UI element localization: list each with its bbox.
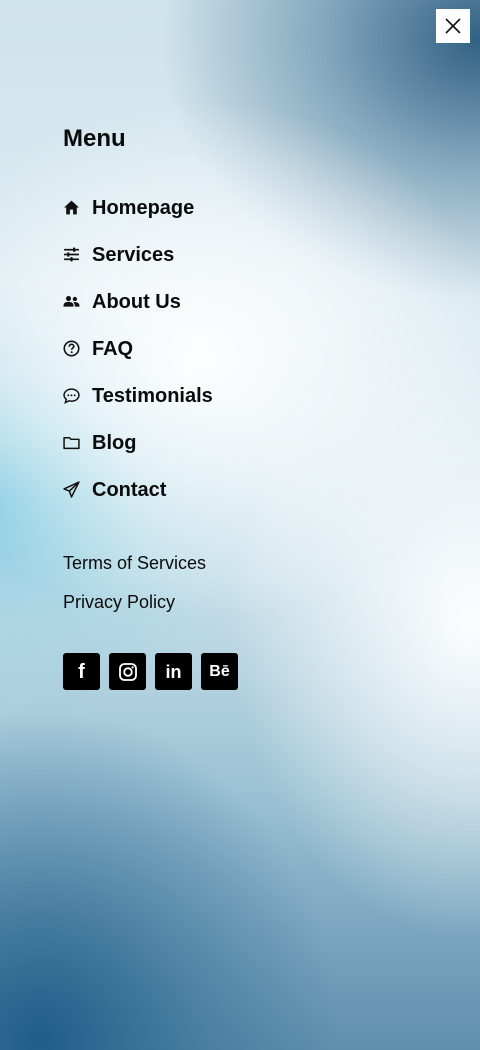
menu-item-testimonials[interactable]: Testimonials <box>63 372 213 419</box>
menu-item-contact[interactable]: Contact <box>63 466 213 513</box>
social-links: f in Bē <box>63 653 238 690</box>
privacy-link[interactable]: Privacy Policy <box>63 587 206 626</box>
chat-bubble-icon <box>63 387 80 404</box>
behance-icon: Bē <box>209 662 230 680</box>
paper-plane-icon <box>63 481 80 498</box>
menu-title: Menu <box>63 125 126 152</box>
menu-item-label: Testimonials <box>92 384 213 407</box>
menu-item-label: Contact <box>92 478 167 501</box>
menu-item-label: About Us <box>92 290 181 313</box>
instagram-icon <box>118 662 137 681</box>
menu-item-homepage[interactable]: Homepage <box>63 184 213 231</box>
secondary-links: Terms of Services Privacy Policy <box>63 548 206 626</box>
linkedin-button[interactable]: in <box>155 653 192 690</box>
terms-link[interactable]: Terms of Services <box>63 548 206 587</box>
linkedin-icon: in <box>165 661 182 682</box>
home-icon <box>63 199 80 216</box>
sliders-icon <box>63 246 80 263</box>
menu-item-blog[interactable]: Blog <box>63 419 213 466</box>
menu-item-label: FAQ <box>92 337 134 360</box>
menu-item-label: Blog <box>92 431 137 454</box>
users-icon <box>63 293 80 310</box>
instagram-button[interactable] <box>109 653 146 690</box>
menu-item-label: Services <box>92 243 175 266</box>
menu-item-services[interactable]: Services <box>63 231 213 278</box>
close-icon <box>445 18 461 34</box>
menu-item-faq[interactable]: FAQ <box>63 325 213 372</box>
close-button[interactable] <box>436 9 470 43</box>
facebook-button[interactable]: f <box>63 653 100 690</box>
menu-item-label: Homepage <box>92 196 195 219</box>
behance-button[interactable]: Bē <box>201 653 238 690</box>
menu-item-about-us[interactable]: About Us <box>63 278 213 325</box>
menu-list: Homepage Services About Us FAQ Testimoni… <box>63 184 213 513</box>
facebook-icon: f <box>78 660 85 683</box>
question-circle-icon <box>63 340 80 357</box>
folder-icon <box>63 434 80 451</box>
